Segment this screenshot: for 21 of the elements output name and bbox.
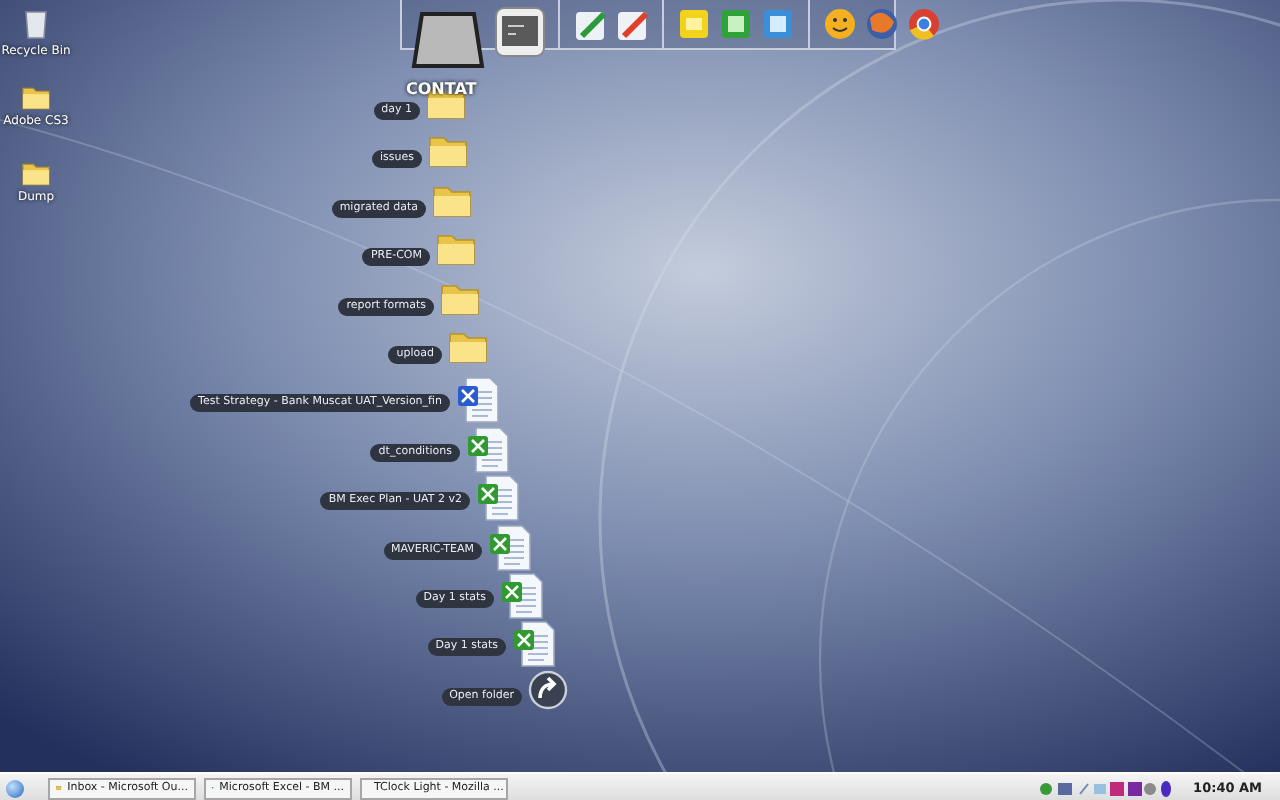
start-orb-icon[interactable]	[6, 779, 24, 797]
note-icon[interactable]	[676, 6, 712, 42]
pen-icon[interactable]	[614, 6, 650, 42]
folder-icon	[20, 84, 52, 110]
round-logo-icon[interactable]	[906, 6, 942, 42]
drive-label: CONTAT	[406, 80, 477, 98]
pen-icon[interactable]	[572, 6, 608, 42]
drive-icon[interactable]	[410, 6, 486, 74]
word-document-icon	[456, 376, 500, 425]
trash-bin-icon[interactable]	[24, 8, 48, 40]
smiley-icon[interactable]	[822, 6, 858, 42]
folder-icon	[436, 230, 476, 267]
terminal-icon[interactable]	[494, 6, 546, 58]
globe-icon[interactable]	[864, 6, 900, 42]
document-icon[interactable]	[760, 6, 796, 42]
folder-icon	[428, 132, 468, 169]
folder-icon	[432, 181, 472, 218]
sheet-icon[interactable]	[718, 6, 754, 42]
folder-icon	[20, 160, 52, 186]
folder-icon	[448, 328, 488, 364]
folder-icon	[440, 279, 480, 316]
